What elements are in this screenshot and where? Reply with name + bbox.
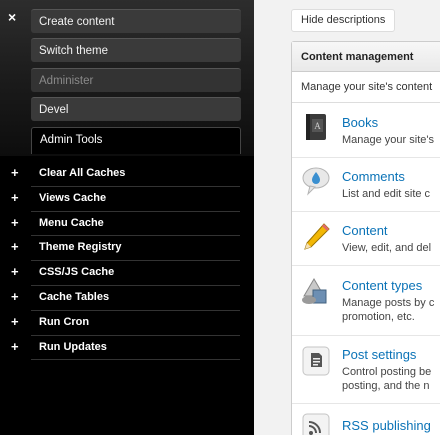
pencil-icon (300, 221, 332, 253)
menu-item-run-cron[interactable]: + Run Cron (0, 311, 254, 336)
tab-admin-tools[interactable]: Admin Tools (31, 127, 241, 154)
menu-item-views-cache[interactable]: + Views Cache (0, 187, 254, 212)
entry-title[interactable]: Post settings (342, 347, 416, 362)
content-area: Hide descriptions Content management Man… (254, 0, 440, 435)
divider (31, 359, 240, 361)
tab-create-content[interactable]: Create content (31, 9, 241, 33)
tab-administer[interactable]: Administer (31, 68, 241, 92)
tab-switch-theme[interactable]: Switch theme (31, 38, 241, 62)
expand-icon[interactable]: + (11, 191, 19, 204)
entry-title[interactable]: Books (342, 115, 378, 130)
entry-title[interactable]: Comments (342, 169, 405, 184)
menu-item-theme-registry[interactable]: + Theme Registry (0, 236, 254, 262)
entry-description: Control posting be (342, 366, 432, 378)
entry-title[interactable]: RSS publishing (342, 418, 431, 433)
entry-description: List and edit site c (342, 188, 431, 200)
admin-tools-list: + Clear All Caches + Views Cache + Menu … (0, 162, 254, 361)
entry-title[interactable]: Content (342, 223, 388, 238)
rss-icon (300, 412, 332, 435)
entry-content-types[interactable]: Content types Manage posts by c promotio… (292, 266, 440, 336)
entry-rss-publishing[interactable]: RSS publishing (292, 404, 440, 435)
expand-icon[interactable]: + (11, 265, 19, 278)
menu-item-label: Menu Cache (39, 216, 104, 229)
hide-descriptions-button[interactable]: Hide descriptions (291, 9, 396, 32)
panel-title: Content management (292, 42, 440, 72)
admin-menu-tabs: × Create content Switch theme Administer… (0, 0, 254, 156)
menu-item-label: Cache Tables (39, 290, 110, 303)
expand-icon[interactable]: + (11, 290, 19, 303)
expand-icon[interactable]: + (11, 216, 19, 229)
menu-item-clear-all-caches[interactable]: + Clear All Caches (0, 162, 254, 187)
menu-item-label: Views Cache (39, 191, 107, 204)
expand-icon[interactable]: + (11, 340, 19, 353)
entry-description-line2: posting, and the n (342, 380, 430, 392)
menu-item-menu-cache[interactable]: + Menu Cache (0, 212, 254, 237)
menu-item-label: Clear All Caches (39, 167, 126, 179)
panel-description: Manage your site's content (292, 72, 440, 103)
book-icon: A (300, 111, 332, 143)
content-management-panel: Content management Manage your site's co… (291, 41, 440, 435)
menu-item-label: CSS/JS Cache (39, 266, 115, 279)
entry-post-settings[interactable]: Post settings Control posting be posting… (292, 336, 440, 404)
entry-description-line2: promotion, etc. (342, 311, 415, 323)
entry-books[interactable]: A Books Manage your site's (292, 104, 440, 158)
close-icon[interactable]: × (8, 10, 16, 24)
expand-icon[interactable]: + (11, 166, 19, 179)
expand-icon[interactable]: + (11, 315, 19, 328)
menu-item-css-js-cache[interactable]: + CSS/JS Cache (0, 261, 254, 286)
entry-title[interactable]: Content types (342, 278, 422, 293)
entry-description: Manage your site's (342, 134, 434, 146)
tab-devel[interactable]: Devel (31, 97, 241, 121)
svg-text:A: A (314, 121, 321, 131)
menu-item-cache-tables[interactable]: + Cache Tables (0, 286, 254, 311)
menu-item-run-updates[interactable]: + Run Updates (0, 336, 254, 361)
entry-description: View, edit, and del (342, 242, 432, 254)
expand-icon[interactable]: + (11, 240, 19, 253)
shapes-icon (300, 276, 332, 308)
menu-item-label: Run Cron (39, 315, 90, 328)
entry-content[interactable]: Content View, edit, and del (292, 212, 440, 266)
document-icon (300, 345, 332, 377)
admin-menu-overlay: × Create content Switch theme Administer… (0, 0, 254, 435)
comment-bubble-icon (300, 165, 332, 197)
menu-item-label: Theme Registry (39, 241, 122, 254)
entry-comments[interactable]: Comments List and edit site c (292, 158, 440, 212)
menu-item-label: Run Updates (39, 340, 107, 353)
entry-description: Manage posts by c (342, 297, 435, 309)
